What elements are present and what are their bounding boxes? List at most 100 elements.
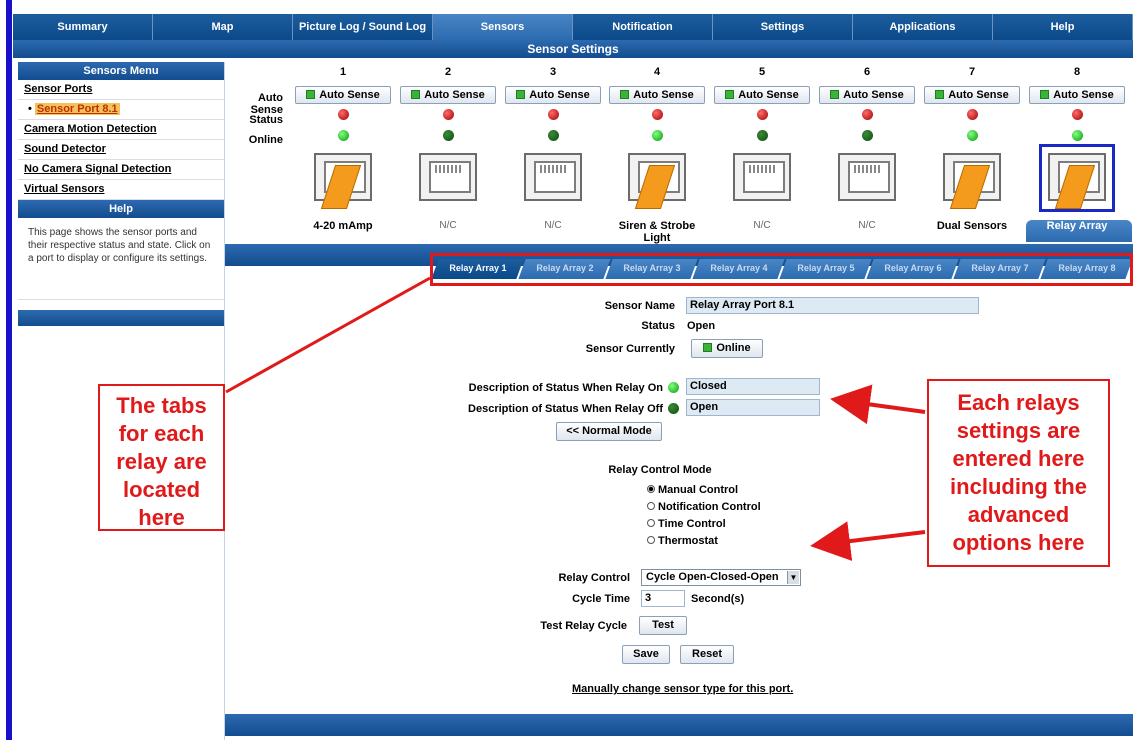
auto-sense-label: Auto Sense bbox=[424, 89, 485, 101]
sensor-name-input[interactable]: Relay Array Port 8.1 bbox=[686, 297, 979, 314]
port-jack-icon[interactable] bbox=[1039, 144, 1115, 212]
normal-mode-button[interactable]: << Normal Mode bbox=[556, 422, 662, 441]
save-button[interactable]: Save bbox=[622, 645, 670, 664]
auto-sense-button[interactable]: Auto Sense bbox=[924, 86, 1020, 104]
relay-control-select[interactable]: Cycle Open-Closed-Open ▼ bbox=[641, 569, 801, 586]
port-jack-icon[interactable] bbox=[939, 149, 1005, 209]
port-number: 7 bbox=[968, 66, 976, 78]
page-title: Sensor Settings bbox=[13, 40, 1133, 58]
port-jack-icon[interactable] bbox=[310, 149, 376, 209]
relay-off-input[interactable]: Open bbox=[686, 399, 820, 416]
window-border bbox=[0, 0, 13, 740]
sensor-port-7[interactable]: 7 Auto Sense Dual Sensors bbox=[920, 66, 1024, 232]
help-text: This page shows the sensor ports and the… bbox=[18, 218, 224, 300]
radio-on-icon bbox=[647, 485, 655, 493]
status-led-icon bbox=[861, 109, 873, 120]
radio-manual-control[interactable]: Manual Control bbox=[647, 484, 738, 496]
port-jack-icon[interactable] bbox=[520, 149, 586, 207]
auto-sense-indicator-icon bbox=[1040, 90, 1050, 99]
online-led-icon bbox=[547, 130, 559, 141]
sidebar-item-camera-motion[interactable]: Camera Motion Detection bbox=[18, 120, 224, 140]
cycle-time-unit: Second(s) bbox=[691, 593, 745, 605]
tab-sensors[interactable]: Sensors bbox=[433, 14, 573, 40]
callout-line: for each bbox=[118, 421, 205, 446]
callout-line: located bbox=[122, 477, 201, 502]
port-label: N/C bbox=[753, 220, 771, 231]
online-button-label: Online bbox=[716, 342, 751, 354]
online-led-icon bbox=[756, 130, 768, 141]
sensor-port-3[interactable]: 3 Auto Sense N/C bbox=[501, 66, 605, 231]
sidebar-item-no-camera-signal[interactable]: No Camera Signal Detection bbox=[18, 160, 224, 180]
relay-control-value: Cycle Open-Closed-Open bbox=[646, 571, 779, 583]
callout-line: relay are bbox=[116, 449, 207, 474]
tab-summary[interactable]: Summary bbox=[13, 14, 153, 40]
auto-sense-row-label: Auto Sense bbox=[250, 92, 283, 116]
radio-label: Thermostat bbox=[658, 535, 718, 547]
sidebar-item-sensor-port-label[interactable]: Sensor Port 8.1 bbox=[34, 103, 120, 115]
callout-line: including the bbox=[950, 474, 1087, 499]
sidebar-item-sensor-port-8-1[interactable]: • Sensor Port 8.1 bbox=[18, 100, 224, 120]
tab-notification[interactable]: Notification bbox=[573, 14, 713, 40]
status-led-icon bbox=[337, 109, 349, 120]
tab-settings[interactable]: Settings bbox=[713, 14, 853, 40]
sensor-port-1[interactable]: 1 Auto Sense 4-20 mAmp bbox=[291, 66, 395, 232]
relay-control-label: Relay Control bbox=[558, 572, 630, 584]
status-value: Open bbox=[687, 320, 716, 332]
cycle-time-input[interactable]: 3 bbox=[641, 590, 685, 607]
port-label: N/C bbox=[858, 220, 876, 231]
auto-sense-button[interactable]: Auto Sense bbox=[400, 86, 496, 104]
sensor-port-2[interactable]: 2 Auto Sense N/C bbox=[396, 66, 500, 231]
cycle-time-label: Cycle Time bbox=[572, 593, 630, 605]
tab-help[interactable]: Help bbox=[993, 14, 1133, 40]
auto-sense-button[interactable]: Auto Sense bbox=[819, 86, 915, 104]
online-indicator-icon bbox=[703, 343, 713, 352]
tab-picture-log[interactable]: Picture Log / Sound Log bbox=[293, 14, 433, 40]
auto-sense-button[interactable]: Auto Sense bbox=[609, 86, 705, 104]
callout-line: settings are bbox=[956, 418, 1081, 443]
port-jack-icon[interactable] bbox=[729, 149, 795, 207]
online-led-icon bbox=[337, 130, 349, 141]
auto-sense-label: Auto Sense bbox=[633, 89, 694, 101]
dropdown-arrow-icon[interactable]: ▼ bbox=[787, 571, 799, 584]
radio-notification-control[interactable]: Notification Control bbox=[647, 501, 761, 513]
radio-time-control[interactable]: Time Control bbox=[647, 518, 726, 530]
status-label: Status bbox=[641, 320, 675, 332]
auto-sense-button[interactable]: Auto Sense bbox=[295, 86, 391, 104]
callout-line: entered here bbox=[952, 446, 1085, 471]
callout-line: Each relays bbox=[957, 390, 1080, 415]
tab-applications[interactable]: Applications bbox=[853, 14, 993, 40]
auto-sense-label: Auto Sense bbox=[843, 89, 904, 101]
online-led-icon bbox=[1071, 130, 1083, 141]
port-number: 3 bbox=[549, 66, 557, 78]
online-button[interactable]: Online bbox=[691, 339, 763, 358]
auto-sense-button[interactable]: Auto Sense bbox=[714, 86, 810, 104]
test-button[interactable]: Test bbox=[639, 616, 687, 635]
relay-on-input[interactable]: Closed bbox=[686, 378, 820, 395]
sensor-currently-label: Sensor Currently bbox=[585, 343, 675, 355]
auto-sense-label: Auto Sense bbox=[738, 89, 799, 101]
reset-button[interactable]: Reset bbox=[680, 645, 734, 664]
sidebar-item-virtual-sensors[interactable]: Virtual Sensors bbox=[18, 180, 224, 200]
sidebar-item-sensor-ports[interactable]: Sensor Ports bbox=[18, 80, 224, 100]
sensor-port-5[interactable]: 5 Auto Sense N/C bbox=[710, 66, 814, 231]
port-jack-icon[interactable] bbox=[624, 149, 690, 209]
sensor-port-6[interactable]: 6 Auto Sense N/C bbox=[815, 66, 919, 231]
port-jack-icon[interactable] bbox=[415, 149, 481, 207]
sensor-port-4[interactable]: 4 Auto Sense Siren & Strobe Light bbox=[605, 66, 709, 244]
auto-sense-button[interactable]: Auto Sense bbox=[505, 86, 601, 104]
port-jack-icon[interactable] bbox=[834, 149, 900, 207]
tab-map[interactable]: Map bbox=[153, 14, 293, 40]
auto-sense-indicator-icon bbox=[411, 90, 421, 99]
manual-sensor-type-link[interactable]: Manually change sensor type for this por… bbox=[572, 683, 793, 695]
status-led-icon bbox=[442, 109, 454, 120]
sensor-port-8[interactable]: 8 Auto Sense Relay Array bbox=[1025, 66, 1129, 232]
radio-off-icon bbox=[647, 519, 655, 527]
auto-sense-button[interactable]: Auto Sense bbox=[1029, 86, 1125, 104]
port-number: 8 bbox=[1073, 66, 1081, 78]
port-label: Dual Sensors bbox=[936, 220, 1008, 232]
jack-body bbox=[419, 153, 477, 201]
callout-line: advanced bbox=[967, 502, 1070, 527]
auto-sense-label: Auto Sense bbox=[1053, 89, 1114, 101]
sidebar-item-sound-detector[interactable]: Sound Detector bbox=[18, 140, 224, 160]
radio-thermostat[interactable]: Thermostat bbox=[647, 535, 718, 547]
